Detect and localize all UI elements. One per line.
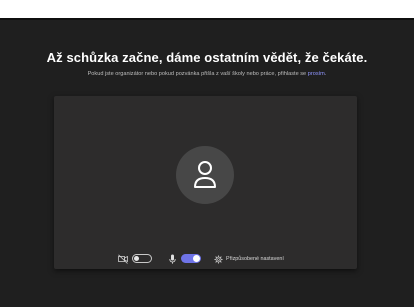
- sign-in-link[interactable]: prosím: [308, 71, 325, 77]
- person-icon: [194, 161, 216, 188]
- microphone-toggle[interactable]: [181, 254, 201, 263]
- microphone-icon: [169, 253, 176, 265]
- meeting-lobby-page: Až schůzka začne, dáme ostatním vědět, ž…: [0, 0, 414, 307]
- page-title: Až schůzka začne, dáme ostatním vědět, ž…: [46, 50, 368, 65]
- video-preview-panel: Přizpůsobené nastavení: [54, 96, 357, 269]
- sign-in-prompt-text: Pokud jste organizátor nebo pokud pozván…: [87, 71, 307, 77]
- custom-settings-button[interactable]: Přizpůsobené nastavení: [214, 253, 284, 265]
- sign-in-prompt: Pokud jste organizátor nebo pokud pozván…: [0, 71, 414, 77]
- custom-settings-label: Přizpůsobené nastavení: [226, 256, 284, 262]
- camera-off-icon: [118, 253, 128, 265]
- gear-icon: [214, 254, 223, 264]
- window-top-bar: [0, 0, 414, 20]
- sign-in-prompt-end: .: [324, 71, 327, 77]
- camera-toggle[interactable]: [132, 254, 152, 263]
- avatar: [176, 146, 234, 204]
- device-controls: Přizpůsobené nastavení: [54, 253, 357, 267]
- camera-toggle-knob: [134, 256, 139, 261]
- microphone-toggle-knob: [193, 255, 200, 262]
